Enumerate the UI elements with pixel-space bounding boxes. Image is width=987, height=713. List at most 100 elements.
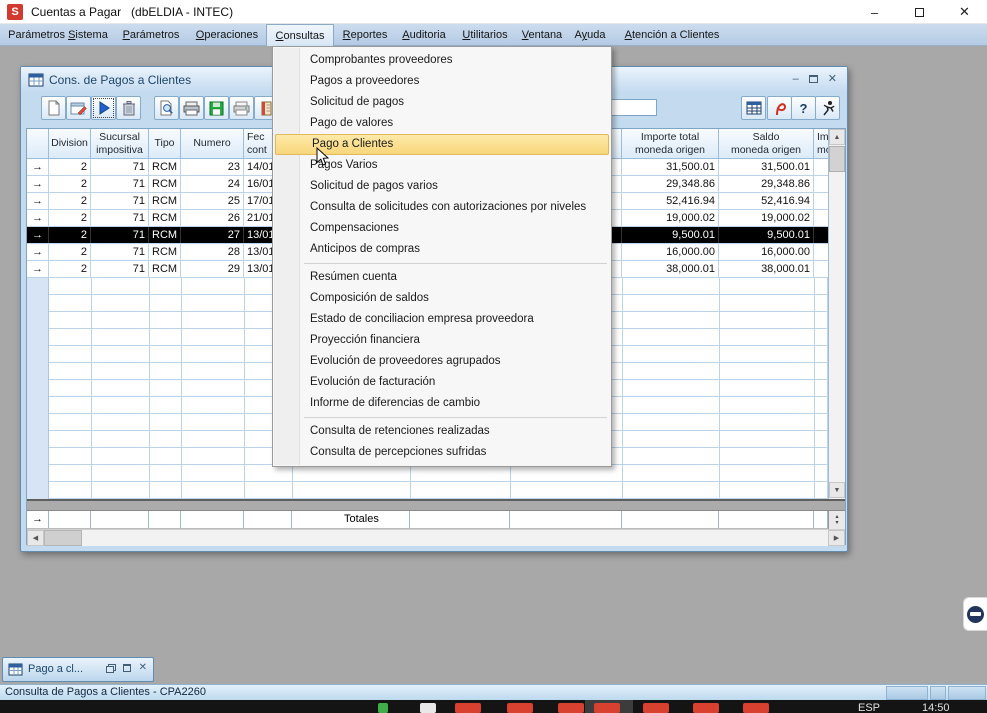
statusbar-panel [948,686,986,700]
menu-item-evolucion-proveedores[interactable]: Evolución de proveedores agrupados [274,351,610,372]
print-preview-icon [159,100,174,116]
app-icon: S [7,4,23,20]
grid-splitter[interactable] [27,499,845,511]
maximize-icon[interactable] [897,0,942,24]
grid-view-button[interactable] [741,96,766,120]
menu-atencion-clientes[interactable]: Atención a Clientes [616,24,728,46]
row-indicator-icon: → [27,176,49,192]
header-importe-total[interactable]: Importe totalmoneda origen [622,129,719,158]
hscroll-thumb[interactable] [44,530,82,546]
header-numero[interactable]: Numero [181,129,244,158]
delete-record-button[interactable] [116,96,141,120]
close-icon[interactable]: ✕ [942,0,987,24]
taskbar-icon[interactable] [693,703,719,713]
cell-importe: 31,500.01 [622,159,719,175]
teamviewer-edge-panel[interactable] [963,597,987,631]
graph-button[interactable] [767,96,792,120]
horizontal-scrollbar[interactable]: ◀ ▶ [27,529,845,546]
child-window-title: Cons. de Pagos a Clientes [49,73,191,87]
export-print-button[interactable] [229,96,254,120]
scroll-up-icon[interactable]: ▲ [829,129,845,145]
header-sucursal[interactable]: Sucursalimpositiva [91,129,149,158]
menu-parametros[interactable]: Parámetros [114,24,188,46]
menu-item-compensaciones[interactable]: Compensaciones [274,218,610,239]
run-query-button[interactable] [91,96,116,120]
menu-utilitarios[interactable]: Utilitarios [454,24,516,46]
table-window-icon [28,73,44,92]
taskbar-icon[interactable] [558,703,584,713]
save-button[interactable] [204,96,229,120]
menu-item-consulta-percepciones[interactable]: Consulta de percepciones sufridas [274,442,610,463]
menu-item-composicion-de-saldos[interactable]: Composición de saldos [274,288,610,309]
taskbar-language[interactable]: ESP [858,702,880,713]
printer2-icon [233,101,250,116]
restore-icon[interactable] [106,664,115,672]
taskbar-icon[interactable] [743,703,769,713]
close-icon[interactable]: ✕ [139,663,147,673]
statusbar-panel [886,686,928,700]
child-close-icon[interactable]: ✕ [828,72,837,86]
scroll-left-icon[interactable]: ◀ [27,530,44,546]
mdi-area: Cons. de Pagos a Clientes – ✕ [0,46,987,684]
child-maximize-icon[interactable] [809,75,818,83]
header-division[interactable]: Division [49,129,91,158]
menu-item-comprobantes-proveedores[interactable]: Comprobantes proveedores [274,50,610,71]
taskbar-icon[interactable] [594,703,620,713]
menu-item-resumen-cuenta[interactable]: Resúmen cuenta [274,267,610,288]
trash-icon [122,100,136,116]
header-tipo[interactable]: Tipo [149,129,181,158]
edit-record-button[interactable] [66,96,91,120]
menu-item-evolucion-facturacion[interactable]: Evolución de facturación [274,372,610,393]
header-imp[interactable]: Impmor [814,129,828,158]
new-record-button[interactable] [41,96,66,120]
menu-reportes[interactable]: Reportes [338,24,392,46]
child-minimize-icon[interactable]: – [793,72,799,86]
scroll-right-icon[interactable]: ▶ [828,530,845,546]
menu-item-solicitud-de-pagos[interactable]: Solicitud de pagos [274,92,610,113]
menu-operaciones[interactable]: Operaciones [190,24,264,46]
menu-item-anticipos-de-compras[interactable]: Anticipos de compras [274,239,610,260]
header-saldo[interactable]: Saldomoneda origen [719,129,814,158]
menu-item-consulta-solicitudes-autorizaciones[interactable]: Consulta de solicitudes con autorizacion… [274,197,610,218]
minimize-icon[interactable]: – [852,0,897,24]
help-button[interactable]: ? [791,96,816,120]
menu-parametros-sistema[interactable]: Parámetros Sistema [4,24,112,46]
grid-view-icon [746,101,762,115]
minimized-window-pago[interactable]: Pago a cl... ✕ [2,657,154,682]
print-preview-button[interactable] [154,96,179,120]
taskbar-clock[interactable]: 14:50 [922,702,950,713]
vscroll-thumb[interactable] [829,146,845,172]
menu-auditoria[interactable]: Auditoria [396,24,452,46]
menu-item-pago-de-valores[interactable]: Pago de valores [274,113,610,134]
taskbar: ESP 14:50 [0,700,987,713]
cell-tipo: RCM [149,159,181,175]
row-indicator-icon: → [27,193,49,209]
taskbar-icon[interactable] [420,703,436,713]
save-floppy-icon [209,101,224,116]
menu-ventana[interactable]: Ventana [518,24,566,46]
totals-spinner[interactable]: ▴▾ [828,511,845,529]
window-controls: – ✕ [852,0,987,24]
menu-item-proyeccion-financiera[interactable]: Proyección financiera [274,330,610,351]
menu-item-consulta-retenciones[interactable]: Consulta de retenciones realizadas [274,421,610,442]
taskbar-icon[interactable] [643,703,669,713]
maximize-icon[interactable] [123,664,131,672]
taskbar-icon[interactable] [455,703,481,713]
app-window: S Cuentas a Pagar (dbELDIA - INTEC) – ✕ … [0,0,987,713]
window-title: Cuentas a Pagar (dbELDIA - INTEC) [31,5,233,19]
menu-consultas[interactable]: Consultas [266,24,334,46]
exit-button[interactable] [815,96,840,120]
print-button[interactable] [179,96,204,120]
help-icon: ? [800,101,808,116]
scroll-down-icon[interactable]: ▼ [829,482,845,498]
cell-division: 2 [49,159,91,175]
menubar: Parámetros Sistema Parámetros Operacione… [0,24,987,46]
menu-ayuda[interactable]: Ayuda [568,24,612,46]
vertical-scrollbar[interactable]: ▲ ▼ [828,129,845,499]
menu-item-pagos-a-proveedores[interactable]: Pagos a proveedores [274,71,610,92]
taskbar-icon[interactable] [507,703,533,713]
taskbar-icon[interactable] [378,703,388,713]
menu-item-informe-diferencias-cambio[interactable]: Informe de diferencias de cambio [274,393,610,414]
menu-item-estado-conciliacion[interactable]: Estado de conciliacion empresa proveedor… [274,309,610,330]
menu-item-solicitud-pagos-varios[interactable]: Solicitud de pagos varios [274,176,610,197]
